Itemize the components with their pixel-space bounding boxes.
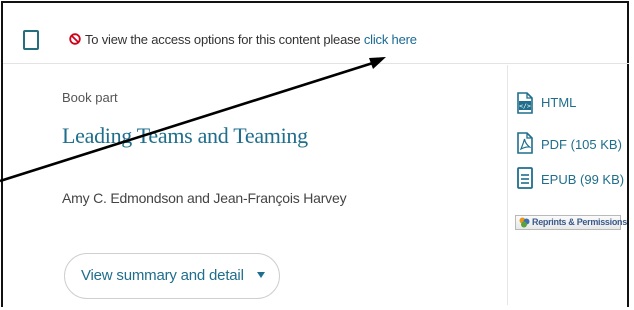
pdf-format-label: PDF (105 KB) [541,137,622,152]
html-file-icon: </> [517,92,533,114]
view-summary-button[interactable]: View summary and detail [64,253,280,299]
epub-file-icon [517,167,533,189]
access-notice-bar: To view the access options for this cont… [3,3,629,64]
content-type-label: Book part [62,90,118,105]
pdf-file-icon [517,132,533,154]
access-notice-text: To view the access options for this cont… [85,32,417,47]
caret-down-icon [257,272,265,278]
view-summary-label: View summary and detail [81,267,244,284]
access-notice-message: To view the access options for this cont… [85,32,361,47]
html-format-label: HTML [541,95,577,110]
click-here-link[interactable]: click here [364,32,417,47]
reprints-permissions-label: Reprints & Permissions [532,217,627,227]
chapter-title-link[interactable]: Leading Teams and Teaming [62,123,308,149]
authors-text: Amy C. Edmondson and Jean-François Harve… [62,190,347,206]
copyright-clearance-icon [519,217,530,228]
column-divider [507,65,508,305]
no-access-icon [69,33,81,45]
epub-format-label: EPUB (99 KB) [541,172,625,187]
svg-text:</>: </> [519,102,531,110]
select-checkbox[interactable] [23,30,39,50]
reprints-permissions-button[interactable]: Reprints & Permissions [515,215,627,230]
